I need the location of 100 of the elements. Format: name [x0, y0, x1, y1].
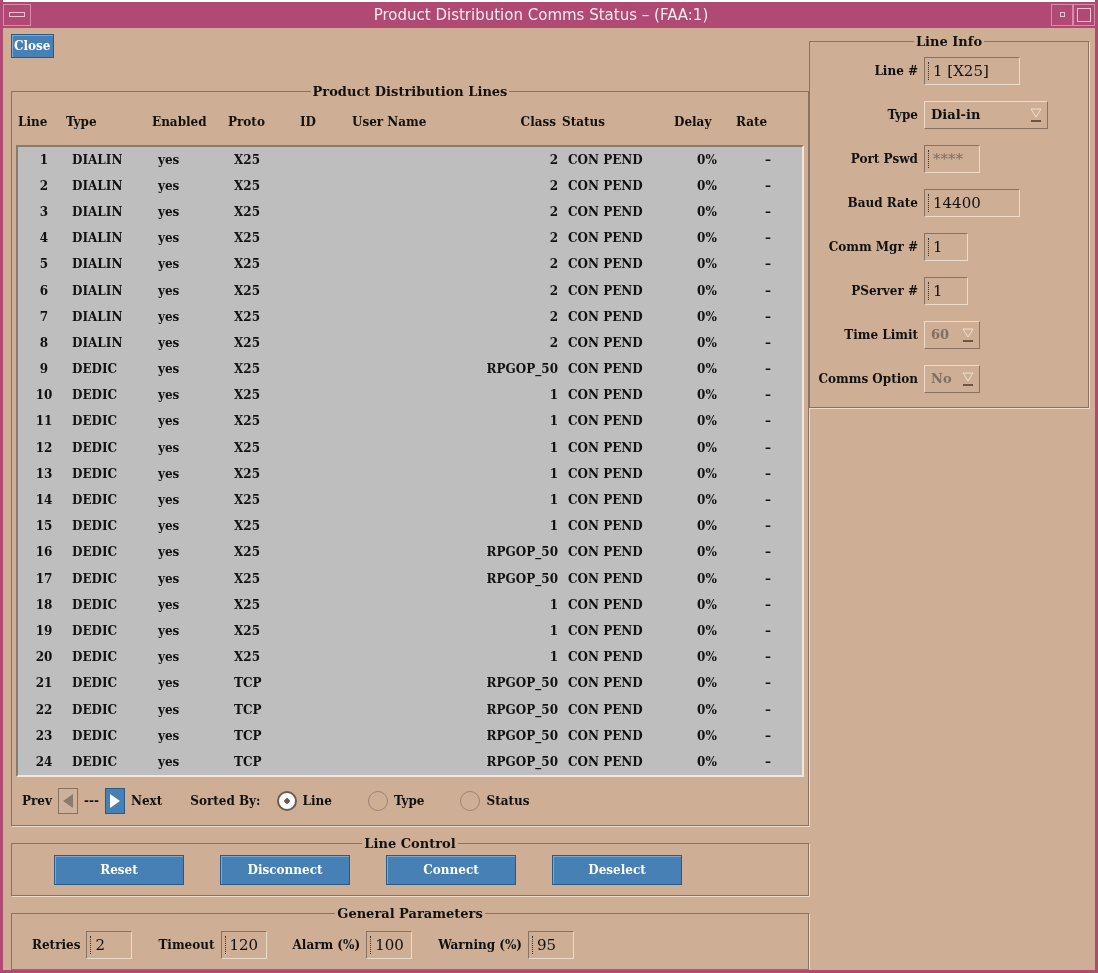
- input-field[interactable]: 120: [220, 931, 267, 959]
- next-button[interactable]: [104, 788, 125, 814]
- dropdown[interactable]: Dial-in: [924, 100, 1048, 129]
- window-menu-button[interactable]: [3, 3, 31, 26]
- table-cell-text: RPGOP_50: [485, 676, 559, 691]
- page-indicator: ---: [83, 794, 99, 808]
- table-cell-text: –: [764, 178, 772, 193]
- table-cell-text: CON PEND: [567, 283, 644, 298]
- table-cell-text: RPGOP_50: [485, 545, 559, 560]
- table-cell-text: 13: [34, 466, 54, 481]
- dropdown-arrow-icon: [1029, 106, 1043, 123]
- field-label: Time Limit: [843, 327, 918, 342]
- maximize-button[interactable]: [1073, 3, 1095, 26]
- table-cell-text: yes: [157, 257, 181, 272]
- table-cell-text: –: [764, 493, 772, 508]
- line-control-button[interactable]: Reset: [54, 855, 184, 885]
- table-cell-text: 2: [548, 283, 559, 298]
- table-cell-text: 14: [34, 493, 54, 508]
- table-cell-text: TCP: [233, 754, 263, 769]
- table-cell-text: 0%: [696, 178, 718, 193]
- table-cell-text: X25: [233, 440, 261, 455]
- field-label: Warning (%): [438, 938, 522, 952]
- radio-button[interactable]: [276, 791, 297, 811]
- table-cell-text: CON PEND: [567, 676, 644, 691]
- column-header: Rate: [736, 114, 769, 129]
- sort-label: Sorted By:: [190, 794, 261, 808]
- table-cell-text: RPGOP_50: [485, 754, 559, 769]
- table-cell-text: 24: [34, 754, 54, 769]
- sort-radio-option[interactable]: Status: [460, 791, 530, 811]
- table-cell-text: DIALIN: [71, 283, 124, 298]
- table-cell-text: 0%: [696, 597, 718, 612]
- column-header: Class: [519, 114, 557, 129]
- input-field[interactable]: 1: [924, 276, 968, 305]
- input-field[interactable]: 1: [924, 232, 968, 261]
- input-field[interactable]: 2: [86, 931, 133, 959]
- table-cell-text: yes: [157, 519, 181, 534]
- table-cell-text: –: [764, 257, 772, 272]
- table-cell-text: yes: [157, 493, 181, 508]
- column-header: Proto: [228, 114, 266, 129]
- column-header: User Name: [352, 114, 428, 129]
- field-label: Line #: [873, 63, 918, 78]
- input-field[interactable]: 95: [528, 931, 574, 959]
- table-cell-text: –: [764, 571, 772, 586]
- table-cell-text: yes: [157, 702, 181, 717]
- table-cell-text: 2: [548, 152, 559, 167]
- table-cell-text: X25: [233, 335, 261, 350]
- table-cell-text: X25: [233, 283, 261, 298]
- table-cell-text: –: [764, 702, 772, 717]
- input-field[interactable]: 14400: [924, 188, 1020, 217]
- table-cell-text: DEDIC: [71, 519, 119, 534]
- column-header: ID: [300, 114, 318, 129]
- table-cell-text: CON PEND: [567, 754, 644, 769]
- field-label: Alarm (%): [292, 938, 361, 952]
- dropdown-arrow-icon: [961, 370, 975, 387]
- table-cell-text: 0%: [696, 519, 718, 534]
- table-cell-text: 2: [548, 309, 559, 324]
- table-cell-text: 0%: [696, 754, 718, 769]
- table-cell-text: 0%: [696, 440, 718, 455]
- table-cell-text: 0%: [696, 702, 718, 717]
- table-cell-text: X25: [233, 309, 261, 324]
- sort-radio-option[interactable]: Line: [276, 791, 332, 811]
- table-cell-text: DEDIC: [71, 623, 119, 638]
- table-cell-text: DEDIC: [71, 362, 119, 377]
- table-cell-text: CON PEND: [567, 362, 644, 377]
- table-cell-text: 21: [34, 676, 54, 691]
- input-field[interactable]: 100: [366, 931, 413, 959]
- input-field[interactable]: 1 [X25]: [924, 56, 1020, 85]
- table-cell-text: CON PEND: [567, 204, 644, 219]
- table-cell-text: X25: [233, 466, 261, 481]
- table-cell-text: 16: [34, 545, 54, 560]
- column-header: Line: [18, 114, 49, 129]
- table-cell-text: yes: [157, 335, 181, 350]
- close-button[interactable]: Close: [11, 33, 54, 58]
- table-cell-text: CON PEND: [567, 309, 644, 324]
- table-cell-text: 9: [38, 362, 50, 377]
- table-cell-text: X25: [233, 362, 261, 377]
- table-cell-text: 11: [34, 414, 54, 429]
- minimize-button[interactable]: [1051, 3, 1073, 26]
- table-cell-text: yes: [157, 676, 181, 691]
- table-cell-text: 6: [38, 283, 50, 298]
- table-cell-text: X25: [233, 571, 261, 586]
- table-cell-text: 1: [548, 414, 559, 429]
- next-label: Next: [130, 794, 163, 808]
- sort-radio-option[interactable]: Type: [367, 791, 425, 811]
- line-control-button[interactable]: Deselect: [552, 855, 682, 885]
- table-cell-text: CON PEND: [567, 702, 644, 717]
- table-cell-text: –: [764, 440, 772, 455]
- table-cell-text: 0%: [696, 388, 718, 403]
- table-cell-text: 0%: [696, 650, 718, 665]
- table-cell-text: DIALIN: [71, 152, 124, 167]
- column-header: Enabled: [152, 114, 208, 129]
- table-cell-text: yes: [157, 283, 181, 298]
- table-cell-text: 0%: [696, 204, 718, 219]
- window-title: Product Distribution Comms Status – (FAA:1): [372, 5, 710, 24]
- table-cell-text: TCP: [233, 702, 263, 717]
- table-cell-text: CON PEND: [567, 571, 644, 586]
- line-control-button[interactable]: Disconnect: [220, 855, 350, 885]
- line-control-button[interactable]: Connect: [386, 855, 516, 885]
- table-cell-text: 2: [548, 178, 559, 193]
- table-cell-text: TCP: [233, 676, 263, 691]
